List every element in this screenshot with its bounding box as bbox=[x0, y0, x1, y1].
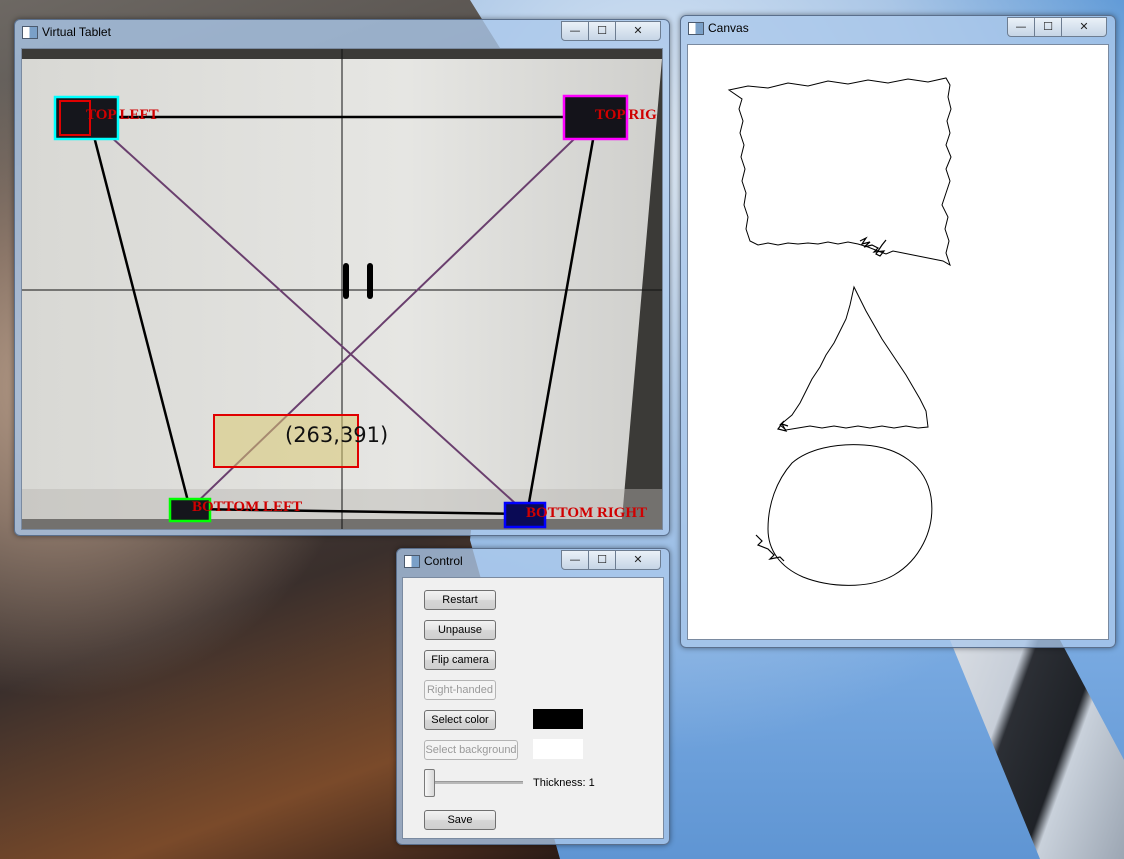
minimize-icon: — bbox=[1015, 20, 1027, 33]
maximize-icon: ☐ bbox=[597, 24, 607, 37]
minimize-icon: — bbox=[569, 24, 581, 37]
virtual-tablet-window[interactable]: Virtual Tablet — ☐ ✕ TOP LEFT TOP RIG BO… bbox=[14, 19, 670, 536]
app-window-icon bbox=[404, 555, 420, 568]
minimize-button[interactable]: — bbox=[561, 550, 589, 570]
maximize-button[interactable]: ☐ bbox=[588, 550, 616, 570]
app-window-icon bbox=[22, 26, 38, 39]
close-icon: ✕ bbox=[633, 553, 643, 566]
window-title: Virtual Tablet bbox=[42, 25, 111, 39]
flip-camera-button[interactable]: Flip camera bbox=[424, 650, 496, 670]
virtual-tablet-titlebar[interactable]: Virtual Tablet — ☐ ✕ bbox=[15, 20, 669, 46]
unpause-button[interactable]: Unpause bbox=[424, 620, 496, 640]
control-titlebar[interactable]: Control — ☐ ✕ bbox=[397, 549, 669, 575]
thickness-label: Thickness: 1 bbox=[533, 777, 595, 789]
label-top-right: TOP RIG bbox=[595, 107, 657, 123]
maximize-button[interactable]: ☐ bbox=[588, 21, 616, 41]
thickness-slider-thumb[interactable] bbox=[424, 769, 435, 797]
close-button[interactable]: ✕ bbox=[615, 21, 661, 41]
close-button[interactable]: ✕ bbox=[615, 550, 661, 570]
color-swatch bbox=[533, 709, 583, 729]
wallpaper-tower bbox=[950, 640, 1124, 859]
minimize-icon: — bbox=[569, 553, 581, 566]
minimize-button[interactable]: — bbox=[1007, 17, 1035, 37]
drawing-canvas[interactable] bbox=[687, 44, 1109, 640]
close-icon: ✕ bbox=[1079, 20, 1089, 33]
label-top-left: TOP LEFT bbox=[86, 107, 159, 123]
pause-icon bbox=[343, 263, 373, 299]
window-title: Control bbox=[424, 554, 463, 568]
maximize-icon: ☐ bbox=[597, 553, 607, 566]
tracking-overlay: TOP LEFT TOP RIG BOTTOM LEFT BOTTOM RIGH… bbox=[22, 49, 662, 529]
stroke-circle-scribble bbox=[755, 534, 785, 562]
minimize-button[interactable]: — bbox=[561, 21, 589, 41]
stroke-rectangle-scribble bbox=[859, 236, 887, 257]
pointer-coordinate: (263,391) bbox=[285, 423, 388, 447]
drawing-strokes bbox=[727, 77, 952, 586]
thickness-slider-track[interactable] bbox=[429, 781, 523, 784]
window-title: Canvas bbox=[708, 21, 749, 35]
app-window-icon bbox=[688, 22, 704, 35]
canvas-window[interactable]: Canvas — ☐ ✕ bbox=[680, 15, 1116, 648]
label-bottom-right: BOTTOM RIGHT bbox=[526, 505, 647, 521]
control-panel: Restart Unpause Flip camera Right-handed… bbox=[402, 577, 664, 839]
save-button[interactable]: Save bbox=[424, 810, 496, 830]
stroke-rectangle bbox=[727, 77, 952, 267]
label-bottom-left: BOTTOM LEFT bbox=[192, 499, 302, 515]
control-window[interactable]: Control — ☐ ✕ Restart Unpause Flip camer… bbox=[396, 548, 670, 845]
close-button[interactable]: ✕ bbox=[1061, 17, 1107, 37]
stroke-circle bbox=[767, 444, 933, 586]
maximize-button[interactable]: ☐ bbox=[1034, 17, 1062, 37]
stroke-triangle bbox=[779, 285, 929, 431]
camera-feed[interactable]: TOP LEFT TOP RIG BOTTOM LEFT BOTTOM RIGH… bbox=[21, 48, 663, 530]
select-background-button[interactable]: Select background bbox=[424, 740, 518, 760]
background-swatch bbox=[533, 739, 583, 759]
right-handed-button[interactable]: Right-handed bbox=[424, 680, 496, 700]
close-icon: ✕ bbox=[633, 24, 643, 37]
select-color-button[interactable]: Select color bbox=[424, 710, 496, 730]
restart-button[interactable]: Restart bbox=[424, 590, 496, 610]
canvas-titlebar[interactable]: Canvas — ☐ ✕ bbox=[681, 16, 1115, 42]
maximize-icon: ☐ bbox=[1043, 20, 1053, 33]
